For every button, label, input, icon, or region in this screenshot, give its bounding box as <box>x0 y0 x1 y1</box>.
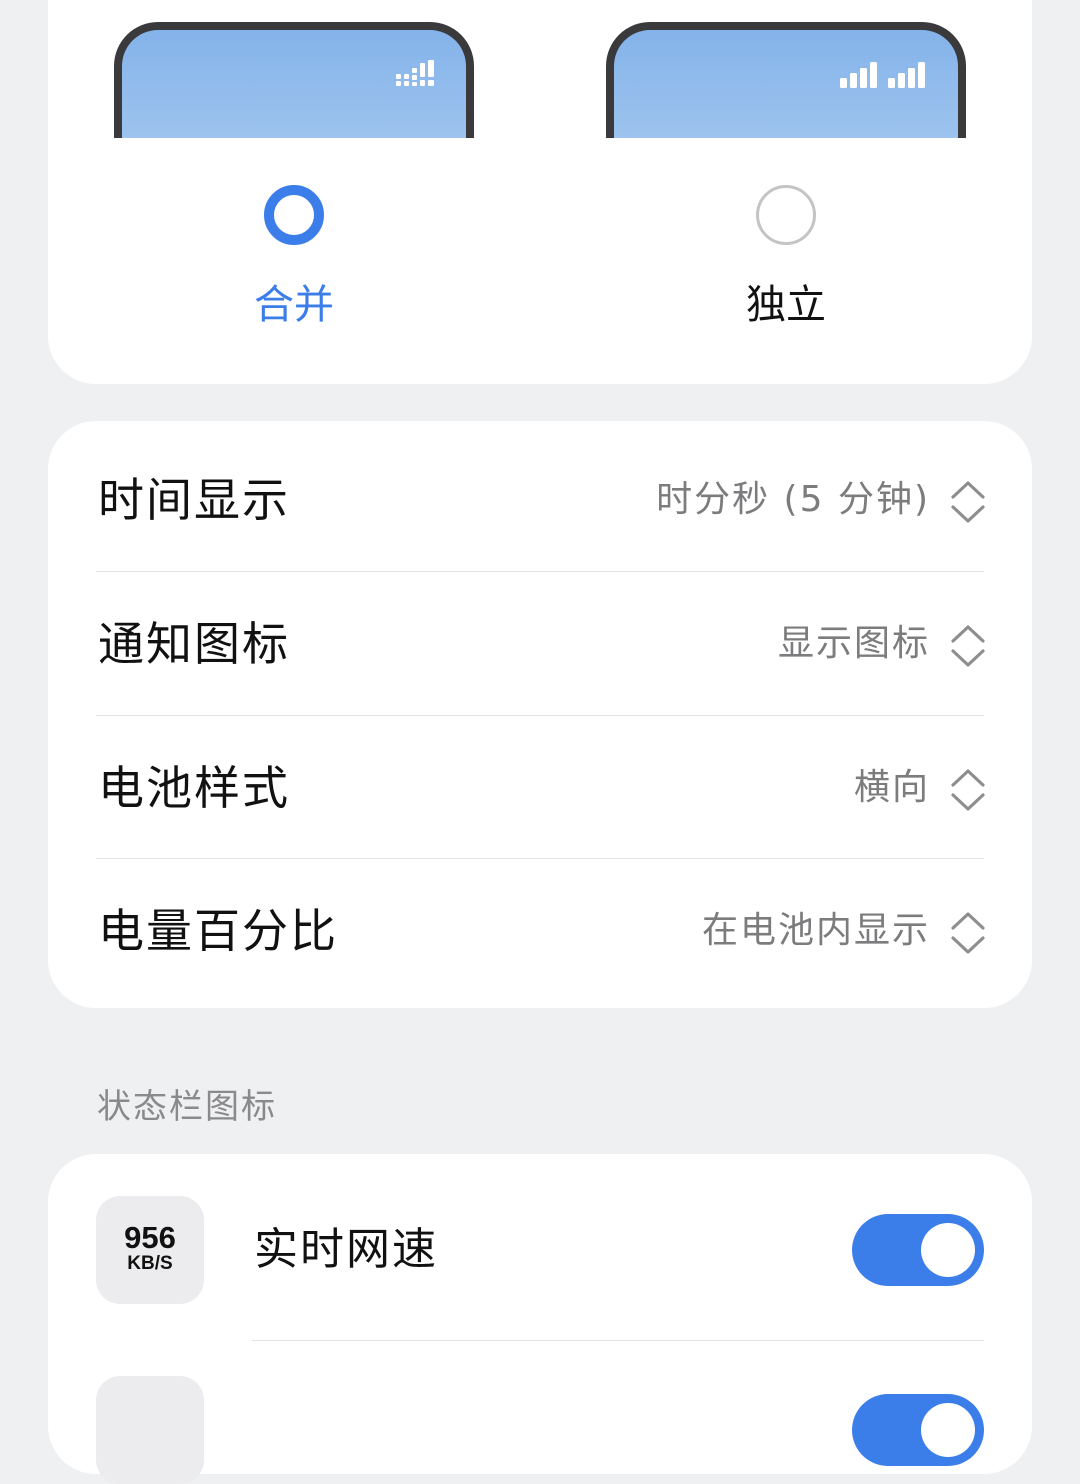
section-header: 状态栏图标 <box>97 1087 277 1127</box>
independent-radio[interactable] <box>756 185 816 245</box>
status-bar-settings-card: 时间显示 时分秒 (5 分钟) 通知图标 显示图标 电池样式 横向 电量百分比 … <box>48 421 1032 1008</box>
independent-signal-icon <box>840 62 925 88</box>
setting-label: 电量百分比 <box>98 904 338 958</box>
chevron-up-down-icon <box>951 769 985 811</box>
network-speed-toggle[interactable] <box>852 1214 984 1286</box>
setting-value: 显示图标 <box>777 623 930 664</box>
divider <box>252 1340 984 1341</box>
setting-label: 电池样式 <box>98 761 290 815</box>
status-bar-icons-card: 956 KB/S 实时网速 <box>48 1154 1032 1484</box>
combined-preview[interactable] <box>114 22 474 138</box>
signal-style-card: 合并 独立 <box>48 0 1032 384</box>
chevron-up-down-icon <box>951 625 985 667</box>
network-speed-unit: KB/S <box>127 1253 173 1274</box>
network-speed-label: 实时网速 <box>254 1224 438 1275</box>
setting-label: 通知图标 <box>98 617 290 671</box>
toggle-knob <box>921 1403 975 1457</box>
combined-radio[interactable] <box>264 185 324 245</box>
combined-option-label[interactable]: 合并 <box>174 280 414 330</box>
independent-option-label[interactable]: 独立 <box>666 280 906 330</box>
toggle-knob <box>921 1223 975 1277</box>
setting-value: 横向 <box>853 767 930 808</box>
status-icon-toggle[interactable] <box>852 1394 984 1466</box>
network-speed-icon: 956 KB/S <box>96 1196 204 1304</box>
setting-label: 时间显示 <box>98 473 290 527</box>
chevron-up-down-icon <box>951 912 985 954</box>
combined-signal-icon <box>396 60 434 86</box>
status-icon-tile <box>96 1376 204 1484</box>
setting-value: 时分秒 (5 分钟) <box>656 479 930 520</box>
setting-battery-percentage[interactable]: 电量百分比 在电池内显示 <box>48 859 1032 1003</box>
setting-notification-icons[interactable]: 通知图标 显示图标 <box>48 572 1032 716</box>
setting-battery-style[interactable]: 电池样式 横向 <box>48 716 1032 860</box>
independent-preview[interactable] <box>606 22 966 138</box>
setting-time-display[interactable]: 时间显示 时分秒 (5 分钟) <box>48 428 1032 572</box>
chevron-up-down-icon <box>951 481 985 523</box>
network-speed-value: 956 <box>124 1220 176 1255</box>
setting-value: 在电池内显示 <box>701 910 930 951</box>
